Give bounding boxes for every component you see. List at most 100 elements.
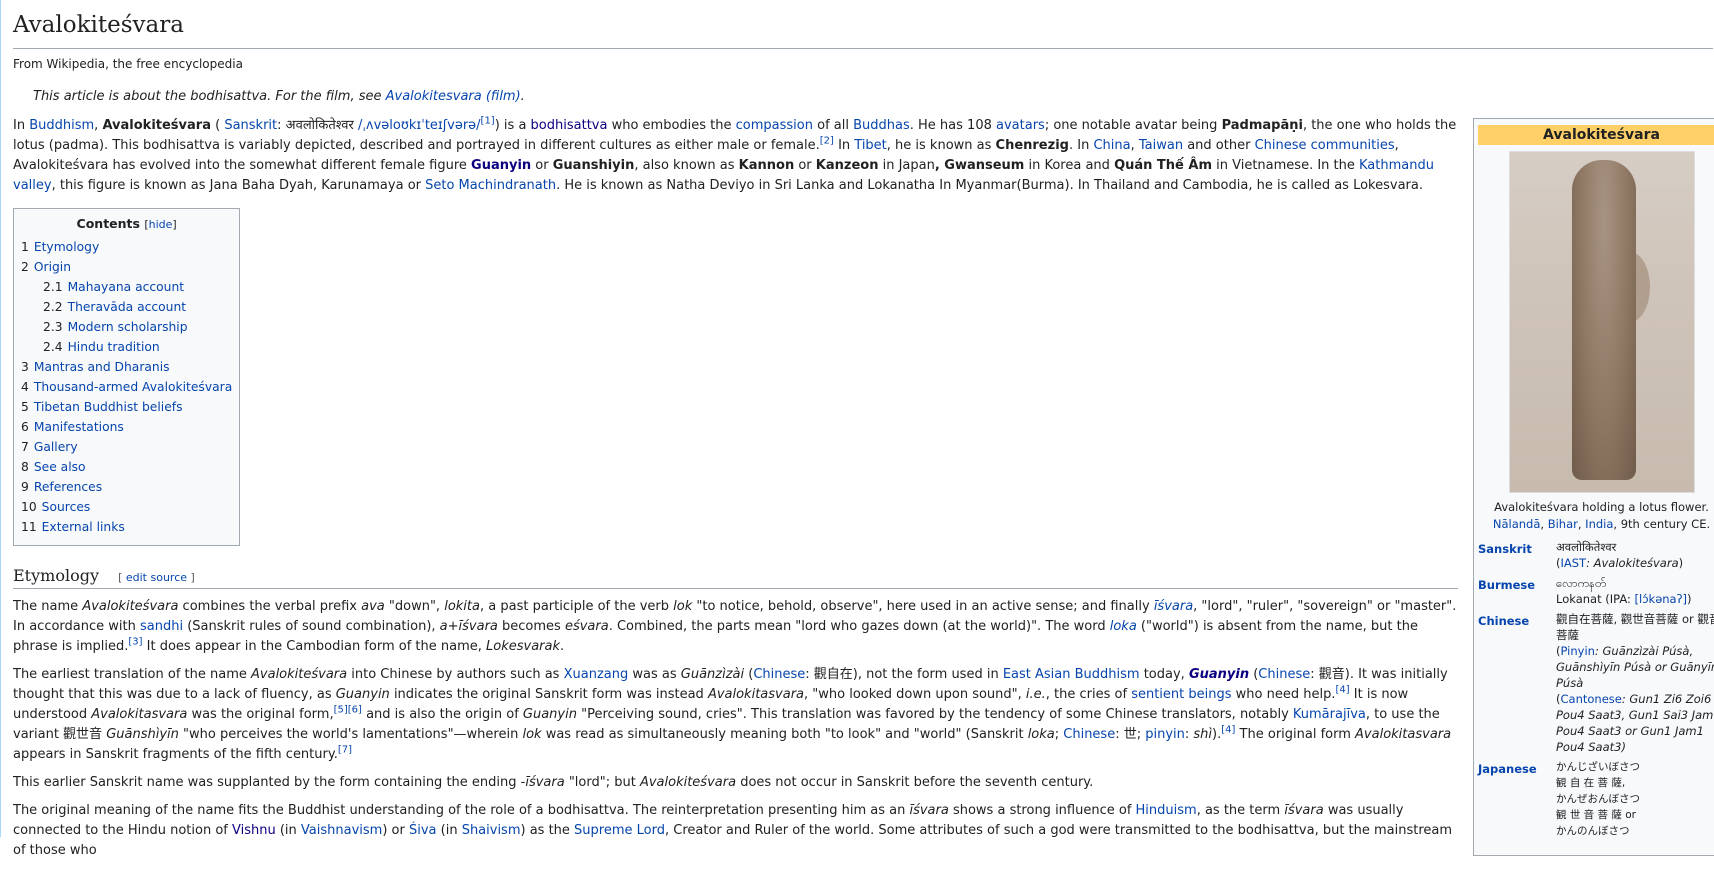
toc-number: 9 — [21, 480, 29, 494]
link-ib-cantonese[interactable]: Cantonese — [1561, 692, 1622, 706]
toc-item[interactable]: 5 Tibetan Buddhist beliefs — [21, 397, 232, 417]
toc-item[interactable]: 6 Manifestations — [21, 417, 232, 437]
link-guanyin[interactable]: Guanyin — [471, 158, 531, 173]
ref-4[interactable]: [4] — [1335, 685, 1349, 696]
site-tagline: From Wikipedia, the free encyclopedia — [13, 57, 243, 71]
toc-item[interactable]: 11 External links — [21, 517, 232, 537]
ref-4b[interactable]: [4] — [1221, 725, 1235, 736]
link-ipa[interactable]: /ˌʌvəloʊkɪˈteɪʃvərə/ — [358, 118, 481, 133]
infobox-caption: Avalokiteśvara holding a lotus flower. N… — [1492, 500, 1711, 531]
toc-item[interactable]: 7 Gallery — [21, 437, 232, 457]
link-ib-japanese[interactable]: Japanese — [1478, 762, 1537, 776]
link-india[interactable]: India — [1585, 517, 1613, 531]
toc-number: 11 — [21, 520, 37, 534]
toc-item[interactable]: 2 Origin — [21, 257, 232, 277]
toc-item[interactable]: 2.2 Theravāda account — [21, 297, 232, 317]
link-shaivism[interactable]: Shaivism — [462, 823, 521, 838]
ref-5-6[interactable]: [5][6] — [334, 705, 362, 716]
ref-3[interactable]: [3] — [128, 637, 142, 648]
link-hinduism[interactable]: Hinduism — [1136, 803, 1197, 818]
link-sanskrit[interactable]: Sanskrit — [224, 118, 277, 133]
toc-link[interactable]: Etymology — [34, 240, 99, 254]
toc-link[interactable]: See also — [34, 460, 86, 474]
link-xuanzang[interactable]: Xuanzang — [564, 667, 629, 682]
toc-list: 1 Etymology 2 Origin 2.1 Mahayana account 2.2 T… — [21, 237, 232, 537]
hatnote-end: . — [520, 89, 525, 104]
link-tibet[interactable]: Tibet — [854, 138, 887, 153]
ref-2[interactable]: [2] — [820, 136, 834, 147]
ref-1[interactable]: [1] — [481, 116, 495, 127]
link-loka[interactable]: loka — [1110, 619, 1137, 634]
link-buddhas[interactable]: Buddhas — [853, 118, 910, 133]
etymology-paragraph-2: The earliest translation of the name Ava… — [13, 667, 1452, 762]
toc-link[interactable]: Thousand-armed Avalokiteśvara — [34, 380, 232, 394]
toc-link[interactable]: Theravāda account — [68, 300, 187, 314]
link-sandhi[interactable]: sandhi — [140, 619, 183, 634]
link-compassion[interactable]: compassion — [736, 118, 813, 133]
link-ib-chinese[interactable]: Chinese — [1478, 614, 1529, 628]
toc-link[interactable]: Mantras and Dharanis — [34, 360, 170, 374]
infobox-row-chinese: Chinese 觀自在菩薩, 觀世音菩薩 or 觀音菩薩 (Pinyin: Guā… — [1478, 612, 1714, 754]
toc-item[interactable]: 8 See also — [21, 457, 232, 477]
hatnote-film-link[interactable]: Avalokitesvara (film) — [386, 89, 521, 104]
toc-link[interactable]: Mahayana account — [68, 280, 185, 294]
link-kumarajiva[interactable]: Kumārajīva — [1293, 707, 1366, 722]
link-guanyin-2[interactable]: Guanyin — [1189, 667, 1249, 682]
statue-image[interactable] — [1508, 151, 1695, 493]
link-lokanat-ipa[interactable]: [lɔ́kənaʔ] — [1635, 592, 1687, 606]
toc-link[interactable]: Origin — [34, 260, 71, 274]
link-chinese-1[interactable]: Chinese — [753, 667, 805, 682]
link-taiwan[interactable]: Taiwan — [1139, 138, 1183, 153]
link-chinese-2[interactable]: Chinese — [1258, 667, 1310, 682]
statue-figure — [1571, 160, 1636, 480]
toc-link[interactable]: Hindu tradition — [68, 340, 160, 354]
ref-7[interactable]: [7] — [338, 745, 352, 756]
toc-link[interactable]: References — [34, 480, 102, 494]
page-title: Avalokiteśvara — [13, 0, 1713, 49]
link-bodhisattva[interactable]: bodhisattva — [531, 118, 608, 133]
link-isvara[interactable]: īśvara — [1154, 599, 1193, 614]
toc-item[interactable]: 3 Mantras and Dharanis — [21, 357, 232, 377]
etymology-heading: Etymology [ edit source ] — [13, 566, 1458, 589]
link-east-asian-buddhism[interactable]: East Asian Buddhism — [1003, 667, 1140, 682]
toc-item[interactable]: 2.1 Mahayana account — [21, 277, 232, 297]
toc-item[interactable]: 2.3 Modern scholarship — [21, 317, 232, 337]
link-china[interactable]: China — [1093, 138, 1130, 153]
link-ib-burmese[interactable]: Burmese — [1478, 578, 1535, 592]
toc-item[interactable]: 4 Thousand-armed Avalokiteśvara — [21, 377, 232, 397]
toc-link[interactable]: Modern scholarship — [68, 320, 188, 334]
link-supreme-lord[interactable]: Supreme Lord — [574, 823, 665, 838]
link-bihar[interactable]: Bihar — [1548, 517, 1578, 531]
link-ib-sanskrit[interactable]: Sanskrit — [1478, 542, 1532, 556]
toc-hide-link[interactable]: hide — [149, 218, 173, 231]
link-chinese-communities[interactable]: Chinese communities — [1255, 138, 1395, 153]
link-chinese-3[interactable]: Chinese — [1063, 727, 1115, 742]
toc-item[interactable]: 1 Etymology — [21, 237, 232, 257]
link-nalanda[interactable]: Nālandā — [1493, 517, 1541, 531]
hatnote: This article is about the bodhisattva. F… — [33, 89, 1713, 104]
link-vaishnavism[interactable]: Vaishnavism — [301, 823, 382, 838]
toc-link[interactable]: Tibetan Buddhist beliefs — [34, 400, 183, 414]
link-avatars[interactable]: avatars — [996, 118, 1045, 133]
link-pinyin[interactable]: pinyin — [1145, 727, 1185, 742]
toc-number: 7 — [21, 440, 29, 454]
link-ib-pinyin[interactable]: Pinyin — [1561, 644, 1595, 658]
infobox-row-burmese: Burmese လောကနတ် Lokanat (IPA: [lɔ́kənaʔ]) — [1478, 576, 1692, 606]
intro-paragraph: In Buddhism, Avalokiteśvara ( Sanskrit: … — [13, 115, 1457, 193]
toc-number: 5 — [21, 400, 29, 414]
toc-item[interactable]: 2.4 Hindu tradition — [21, 337, 232, 357]
toc-link[interactable]: Sources — [42, 500, 91, 514]
etymology-paragraph-4: The original meaning of the name fits th… — [13, 803, 1453, 858]
link-seto-machindranath[interactable]: Seto Machindranath — [425, 178, 556, 193]
toc-item[interactable]: 9 References — [21, 477, 232, 497]
edit-source-link[interactable]: edit source — [126, 571, 187, 584]
link-buddhism[interactable]: Buddhism — [29, 118, 94, 133]
toc-link[interactable]: External links — [42, 520, 125, 534]
toc-item[interactable]: 10 Sources — [21, 497, 232, 517]
toc-link[interactable]: Manifestations — [34, 420, 124, 434]
link-siva[interactable]: Śiva — [409, 823, 437, 838]
link-iast[interactable]: IAST — [1561, 556, 1587, 570]
toc-link[interactable]: Gallery — [34, 440, 78, 454]
link-sentient-beings[interactable]: sentient beings — [1131, 687, 1231, 702]
link-vishnu[interactable]: Vishnu — [232, 823, 276, 838]
